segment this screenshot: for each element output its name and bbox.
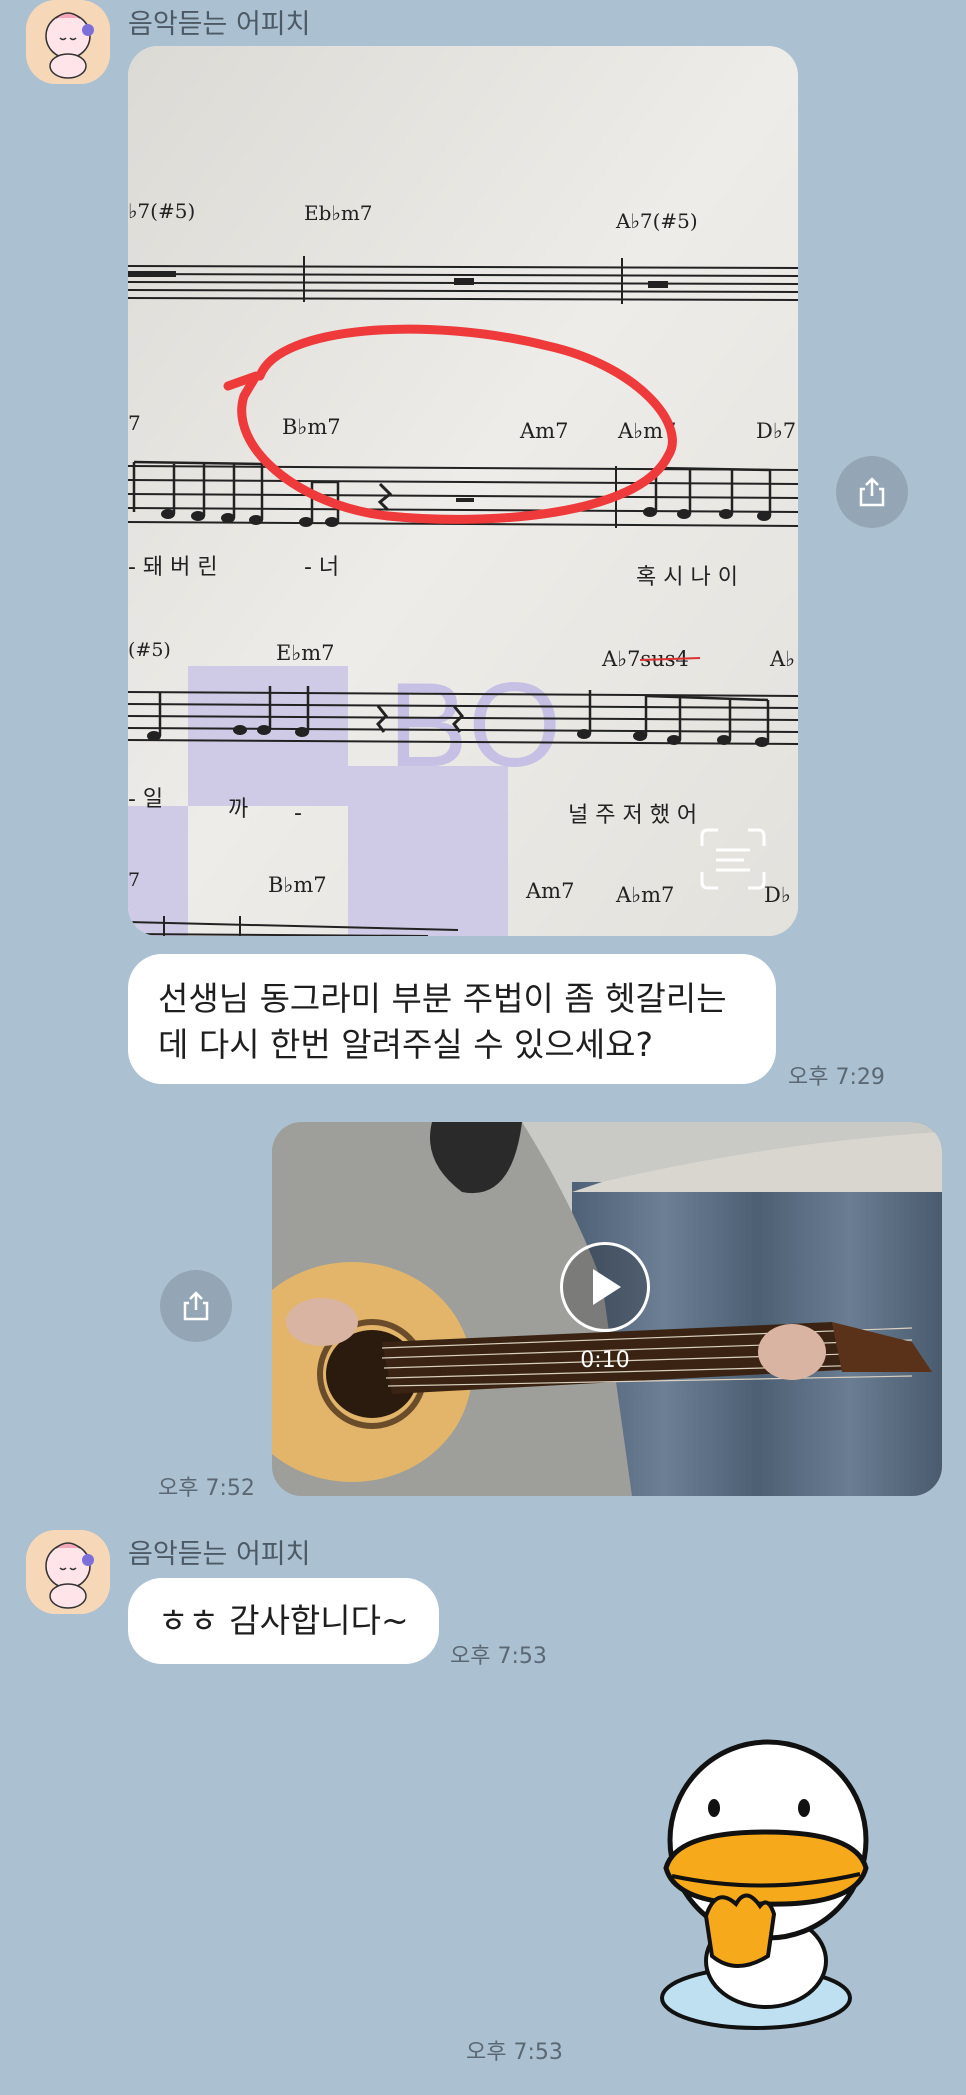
lyric-text: - 너 — [304, 555, 339, 580]
lyric-text: 널 주 저 했 어 — [568, 803, 697, 828]
chord-label: D♭ — [764, 883, 791, 907]
message-time: 오후 7:52 — [158, 1476, 255, 1501]
lyric-text: 혹 시 나 이 — [636, 565, 738, 590]
duck-sticker-image — [660, 1739, 869, 2030]
chord-label: ♭7(#5) — [128, 199, 195, 223]
chord-label: D♭7 — [756, 419, 796, 443]
sheet-music-photo[interactable]: BO ♭7(#5) Eb♭m7 A♭7(#5) 7 B♭m7 Am7 A♭m7 … — [128, 46, 798, 936]
chord-label: B♭m7 — [268, 873, 327, 897]
sender-avatar[interactable] — [26, 1530, 110, 1614]
play-button[interactable] — [560, 1242, 650, 1332]
chord-label: Am7 — [525, 879, 574, 903]
sender-avatar[interactable] — [26, 0, 110, 84]
svg-text:BO: BO — [388, 658, 561, 792]
share-button[interactable] — [160, 1270, 232, 1342]
chord-label: Eb♭m7 — [304, 201, 373, 225]
video-message[interactable]: 0:10 — [272, 1122, 942, 1496]
sender-name: 음악듣는 어피치 — [128, 9, 311, 40]
chord-label: (#5) — [128, 639, 171, 661]
lyric-text: - — [294, 801, 302, 826]
sheet-music-image: BO ♭7(#5) Eb♭m7 A♭7(#5) 7 B♭m7 Am7 A♭m7 … — [128, 46, 798, 936]
chord-label: 7 — [128, 869, 140, 891]
share-icon — [183, 1291, 209, 1321]
video-duration: 0:10 — [580, 1348, 630, 1373]
chord-label: A♭7(#5) — [615, 209, 698, 233]
message-time: 오후 7:29 — [788, 1065, 885, 1090]
message-time: 오후 7:53 — [466, 2040, 563, 2065]
chord-label: B♭m7 — [282, 415, 341, 439]
lyric-text: - 돼 버 린 — [128, 555, 218, 580]
sticker[interactable] — [656, 1736, 876, 2036]
lyric-text: - 일 — [128, 787, 163, 812]
share-icon — [859, 477, 885, 507]
message-time: 오후 7:53 — [450, 1644, 547, 1669]
chord-label: A♭m7 — [615, 883, 674, 907]
apeach-avatar-icon — [26, 0, 110, 84]
message-text: ㅎㅎ 감사합니다~ — [158, 1601, 409, 1640]
apeach-avatar-icon — [26, 1530, 110, 1614]
chord-label: 7 — [128, 411, 141, 435]
play-icon — [593, 1269, 621, 1305]
sender-name: 음악듣는 어피치 — [128, 1539, 311, 1570]
message-text: 선생님 동그라미 부분 주법이 좀 헷갈리는데 다시 한번 알려주실 수 있으세… — [158, 979, 727, 1064]
message-bubble[interactable]: 선생님 동그라미 부분 주법이 좀 헷갈리는데 다시 한번 알려주실 수 있으세… — [128, 954, 776, 1084]
share-button[interactable] — [836, 456, 908, 528]
chord-label: Am7 — [519, 419, 568, 443]
lyric-text: 까 — [228, 797, 248, 822]
chord-label: A♭ — [769, 647, 795, 671]
message-bubble[interactable]: ㅎㅎ 감사합니다~ — [128, 1578, 439, 1664]
chord-label: E♭m7 — [276, 641, 335, 665]
